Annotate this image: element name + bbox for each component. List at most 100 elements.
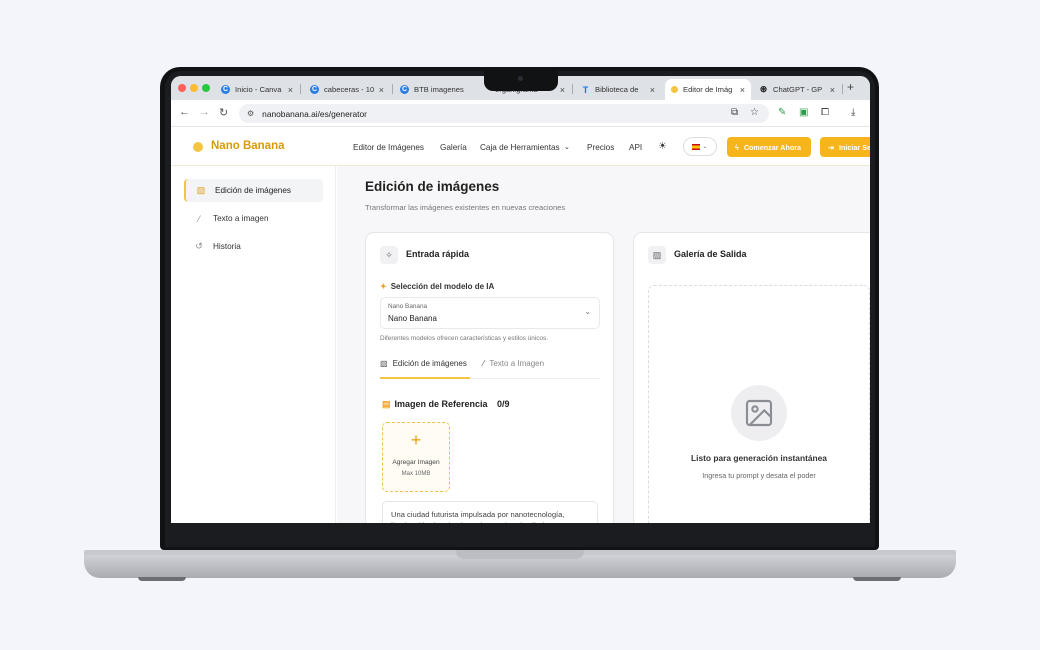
tab-label: Editor de Imág: [683, 85, 733, 94]
nav-link-api[interactable]: API: [629, 143, 642, 152]
minimize-window-button[interactable]: [190, 84, 198, 92]
browser-tab[interactable]: T Biblioteca de ×: [575, 79, 661, 100]
tab-close-icon[interactable]: ×: [560, 85, 565, 95]
sidebar-item-history[interactable]: ↺ Historia: [184, 235, 323, 258]
nav-link-editor[interactable]: Editor de Imágenes: [353, 143, 424, 152]
maximize-window-button[interactable]: [202, 84, 210, 92]
address-bar[interactable]: ⚙ nanobanana.ai/es/generator: [239, 104, 769, 123]
browser-tab-active[interactable]: Editor de Imág ×: [665, 79, 751, 100]
start-now-button[interactable]: ϟ Comenzar Ahora: [727, 137, 811, 157]
nav-link-tools[interactable]: Caja de Herramientas: [480, 143, 560, 152]
tab-close-icon[interactable]: ×: [288, 85, 293, 95]
reference-image-title-text: Imagen de Referencia: [394, 399, 488, 409]
tab-separator: [842, 84, 843, 94]
model-select-caption: Nano Banana: [388, 303, 428, 310]
nav-link-pricing[interactable]: Precios: [587, 143, 614, 152]
tab-separator: [300, 84, 301, 94]
tab-separator: [392, 84, 393, 94]
bookmark-star-icon[interactable]: ☆: [750, 107, 759, 118]
browser-tab[interactable]: ⊛ ChatGPT - GP ×: [753, 79, 841, 100]
tab-label: Inicio - Canva: [235, 85, 282, 94]
add-image-label: Agregar Imagen: [392, 459, 440, 466]
tab-separator: [572, 84, 573, 94]
model-select-label-text: Selección del modelo de IA: [390, 282, 495, 291]
add-image-button[interactable]: + Agregar Imagen Max 10MB: [382, 422, 450, 492]
add-image-max-size: Max 10MB: [401, 471, 431, 477]
page-subtitle: Transformar las imágenes existentes en n…: [365, 203, 566, 212]
sidebar-item-image-edit[interactable]: ▧ Edición de imágenes: [184, 179, 323, 202]
extension-grid-icon[interactable]: ▣: [799, 107, 808, 118]
laptop-thumb-cut: [456, 550, 584, 559]
magic-wand-icon: ⁄: [483, 359, 485, 368]
login-button[interactable]: ⇥ Iniciar Sesión: [820, 137, 870, 157]
browser-tab[interactable]: C Inicio - Canva ×: [215, 79, 299, 100]
laptop-foot-left: [138, 577, 186, 581]
tab-favicon-icon: C: [310, 85, 319, 94]
site-settings-icon[interactable]: ⚙: [247, 109, 254, 118]
image-edit-icon: ▧: [196, 185, 206, 195]
sidebar: ▧ Edición de imágenes ⁄ Texto a imagen ↺…: [171, 166, 336, 523]
prompt-textarea[interactable]: Una ciudad futurista impulsada por nanot…: [382, 501, 598, 523]
tab-close-icon[interactable]: ×: [379, 85, 384, 95]
tab-label: Texto a Imagen: [489, 359, 545, 368]
model-select-label: ✦ Selección del modelo de IA: [380, 282, 494, 291]
language-flag-button[interactable]: ⌄: [683, 137, 717, 156]
laptop-foot-right: [853, 577, 901, 581]
new-tab-icon[interactable]: +: [847, 80, 854, 94]
install-app-icon[interactable]: ⧉: [731, 107, 738, 118]
empty-state-subtitle: Ingresa tu prompt y desata el poder: [702, 471, 816, 480]
sidebar-item-label: Historia: [213, 242, 241, 251]
browser-tab[interactable]: C cabeceras - 10 ×: [304, 79, 390, 100]
nav-link-gallery[interactable]: Galería: [440, 143, 467, 152]
images-icon: ▤: [382, 399, 391, 409]
start-now-label: Comenzar Ahora: [743, 142, 802, 152]
back-arrow-icon[interactable]: ←: [179, 106, 190, 118]
app-navbar: Nano Banana Editor de Imágenes Galería C…: [171, 128, 870, 166]
chevron-down-icon[interactable]: ⌄: [564, 143, 570, 151]
extension-pen-icon[interactable]: ✎: [778, 107, 786, 118]
forward-arrow-icon[interactable]: →: [199, 106, 210, 118]
model-select[interactable]: Nano Banana Nano Banana ⌄: [380, 297, 600, 329]
chevron-down-icon: ⌄: [584, 307, 591, 316]
model-select-value: Nano Banana: [388, 314, 437, 323]
tab-favicon-icon: C: [400, 85, 409, 94]
download-icon[interactable]: ⤓: [851, 107, 855, 118]
banana-logo-icon: [193, 142, 203, 152]
screen-bottom-bezel: [171, 523, 870, 537]
reload-icon[interactable]: ↻: [219, 106, 228, 119]
sidebar-item-label: Edición de imágenes: [215, 186, 292, 195]
card-title: Galería de Salida: [674, 249, 747, 259]
url-text: nanobanana.ai/es/generator: [262, 108, 367, 119]
camera-notch: [484, 71, 558, 91]
browser-tab[interactable]: C BTB imagenes: [394, 79, 474, 100]
tab-label: Biblioteca de: [595, 85, 639, 94]
history-icon: ↺: [195, 241, 203, 251]
magic-wand-icon: ⁄: [198, 213, 200, 224]
card-title: Entrada rápida: [406, 249, 470, 259]
sidebar-item-text-to-image[interactable]: ⁄ Texto a imagen: [184, 207, 323, 230]
tab-favicon-icon: [671, 86, 678, 93]
tab-close-icon[interactable]: ×: [740, 85, 745, 95]
screen: C Inicio - Canva × C cabeceras - 10 × C …: [171, 76, 870, 523]
camera-icon: [518, 76, 523, 81]
close-window-button[interactable]: [178, 84, 186, 92]
main-content: Edición de imágenes Transformar las imág…: [337, 166, 870, 523]
tab-image-edit[interactable]: ▧ Edición de imágenes: [380, 359, 467, 368]
brand-logo-text[interactable]: Nano Banana: [211, 140, 285, 152]
tab-favicon-icon: C: [221, 85, 230, 94]
image-placeholder-icon: [731, 385, 787, 441]
image-edit-icon: ▧: [380, 359, 388, 368]
browser-toolbar: ← → ↻ ⚙ nanobanana.ai/es/generator ⧉ ☆ ✎…: [171, 100, 870, 127]
tab-favicon-icon: T: [582, 84, 589, 95]
tab-close-icon[interactable]: ×: [650, 85, 655, 95]
reference-image-title: ▤ Imagen de Referencia: [382, 399, 488, 410]
output-gallery-card: ▨ Galería de Salida Listo para generació…: [633, 232, 870, 523]
plus-icon: +: [410, 430, 422, 450]
tab-label: ChatGPT - GP: [773, 85, 823, 94]
sparkle-icon: ✦: [380, 282, 387, 291]
image-icon: ▨: [648, 246, 666, 264]
tab-close-icon[interactable]: ×: [830, 85, 835, 95]
tab-text-to-image[interactable]: ⁄ Texto a Imagen: [483, 359, 544, 368]
extensions-puzzle-icon[interactable]: ⧠: [821, 107, 829, 118]
theme-sun-icon[interactable]: ☀: [658, 141, 667, 152]
